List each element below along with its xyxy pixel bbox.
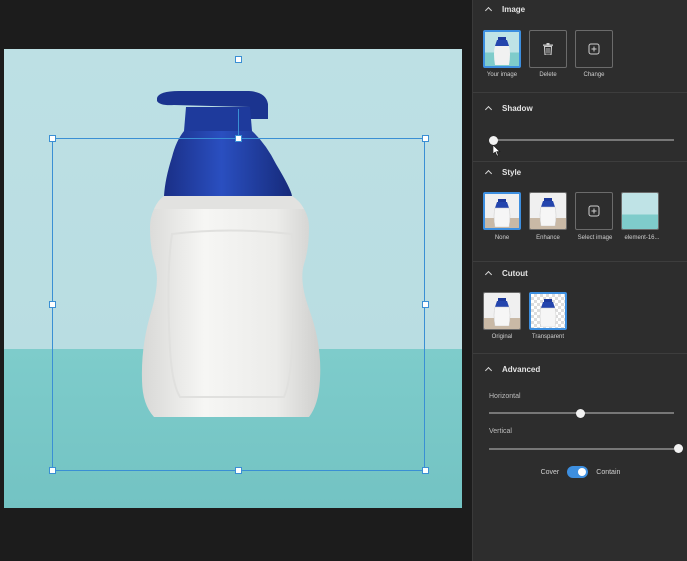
change-label: Change [583,72,605,78]
style-section: Style None Enhance Select image element-… [473,162,687,262]
bottle-thumbnail-icon [539,299,557,327]
style-element-label: element-16... [624,235,660,241]
resize-handle-bottom-right[interactable] [422,467,429,474]
cover-contain-toggle[interactable] [567,466,589,478]
chevron-up-icon [485,169,493,177]
shadow-section-title: Shadow [502,104,533,113]
vertical-label: Vertical [489,428,512,435]
style-select-image-button[interactable] [575,192,613,230]
image-section-title: Image [502,5,526,14]
chevron-up-icon [485,105,493,113]
advanced-section-title: Advanced [502,365,541,374]
cutout-section-header[interactable]: Cutout [485,269,528,278]
resize-handle-bottom[interactable] [235,467,242,474]
advanced-section: Advanced [473,354,687,561]
style-section-title: Style [502,168,522,177]
cutout-section: Cutout Original Transparent [473,262,687,354]
vertical-slider-knob[interactable] [674,444,683,453]
resize-handle-top-left[interactable] [49,135,56,142]
fit-mode-toggle-row: Cover Contain [473,466,687,478]
style-none-label: None [494,235,510,241]
bottle-thumbnail-icon [494,37,510,65]
bottle-thumbnail-icon [539,198,557,226]
style-element-tile[interactable] [621,192,659,230]
resize-handle-top-right[interactable] [422,135,429,142]
chevron-up-icon [485,366,493,374]
shadow-section: Shadow [473,93,687,162]
image-section-header[interactable]: Image [485,5,525,14]
chevron-up-icon [485,6,493,14]
style-section-header[interactable]: Style [485,168,521,177]
plus-square-icon [588,43,600,55]
mouse-cursor-icon [493,145,501,157]
rotate-handle-line [238,109,239,138]
style-enhance-tile[interactable] [529,192,567,230]
resize-handle-top[interactable] [235,135,242,142]
properties-panel: Image Your image Delete Change Shadow St… [472,0,687,561]
advanced-section-header[interactable]: Advanced [485,365,540,374]
cutout-section-title: Cutout [502,269,528,278]
bottle-thumbnail-icon [493,298,511,326]
rotate-handle[interactable] [235,56,242,63]
resize-handle-bottom-left[interactable] [49,467,56,474]
contain-label: Contain [596,468,621,476]
resize-handle-left[interactable] [49,301,56,308]
horizontal-label: Horizontal [489,393,521,400]
resize-handle-right[interactable] [422,301,429,308]
horizontal-slider-knob[interactable] [576,409,585,418]
chevron-up-icon [485,270,493,278]
your-image-tile[interactable] [483,30,521,68]
bottle-thumbnail-icon [493,199,511,227]
delete-label: Delete [539,72,557,78]
shadow-slider-track[interactable] [493,139,674,141]
trash-icon [543,43,553,55]
delete-image-button[interactable] [529,30,567,68]
change-image-button[interactable] [575,30,613,68]
cutout-transparent-label: Transparent [531,334,565,340]
shadow-section-header[interactable]: Shadow [485,104,533,113]
style-enhance-label: Enhance [536,235,560,241]
selection-box[interactable] [52,138,425,471]
canvas-area [0,0,472,561]
vertical-slider-track[interactable] [489,448,674,450]
cover-label: Cover [540,468,560,476]
style-none-tile[interactable] [483,192,521,230]
cutout-transparent-tile[interactable] [529,292,567,330]
shadow-slider-knob[interactable] [489,136,498,145]
cutout-original-label: Original [491,334,513,340]
plus-square-icon [588,205,600,217]
cutout-original-tile[interactable] [483,292,521,330]
your-image-label: Your image [486,72,518,78]
artboard[interactable] [4,49,462,508]
image-section: Image Your image Delete Change [473,0,687,93]
